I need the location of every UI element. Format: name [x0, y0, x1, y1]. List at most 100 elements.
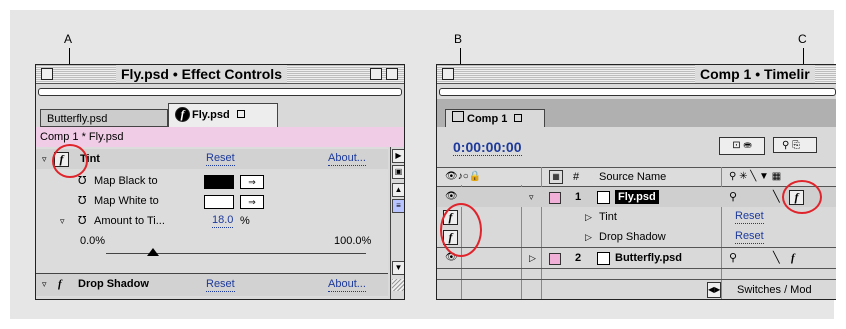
play-arrow-icon[interactable]: ▶: [392, 149, 404, 163]
panel-menu-icon[interactable]: ▣: [392, 165, 404, 179]
expand-triangle-icon[interactable]: ▿: [42, 149, 47, 169]
slider-thumb[interactable]: [146, 248, 159, 256]
highlight-circle-b: [440, 203, 482, 257]
drop-shadow-row: ▿ f Drop Shadow Reset About...: [36, 273, 388, 296]
effect-name: Tint: [599, 211, 617, 223]
effect-name: Drop Shadow: [599, 231, 666, 243]
effect-reset-link[interactable]: Reset: [735, 210, 764, 224]
tab-menu-icon[interactable]: [514, 114, 523, 122]
map-white-row: ℧ Map White to ⇒: [36, 191, 388, 211]
scroll-thumb[interactable]: ≡: [392, 199, 404, 213]
collapse-box-icon[interactable]: [386, 68, 398, 80]
tab-comp1-label: Comp 1: [467, 113, 508, 125]
expand-triangle-icon[interactable]: ▿: [42, 274, 47, 294]
quality-switch-icon[interactable]: ╲: [773, 187, 780, 207]
num-header: #: [573, 171, 580, 183]
timeline-titlebar[interactable]: Comp 1 • Timelir: [437, 65, 836, 84]
switches-modes-toggle[interactable]: Switches / Mod: [737, 280, 812, 299]
black-swatch[interactable]: [204, 175, 234, 189]
layer-name[interactable]: Butterfly.psd: [615, 248, 682, 268]
effects-list: ▿ f Tint Reset About... ℧ Map Black to ⇒…: [36, 147, 388, 297]
av-features-icons: 👁♪○🔒: [445, 171, 482, 182]
amount-unit: %: [240, 215, 250, 227]
comp-icon: [452, 111, 464, 122]
expand-triangle-icon[interactable]: ▷: [529, 248, 536, 268]
map-black-row: ℧ Map Black to ⇒: [36, 171, 388, 191]
tab-comp1[interactable]: Comp 1: [445, 109, 545, 127]
drop-shadow-about-link[interactable]: About...: [328, 278, 366, 292]
eyedropper-icon[interactable]: ⇒: [240, 175, 264, 189]
vertical-scrollbar[interactable]: ▶ ▣ ▲ ≡ ▼: [390, 147, 404, 299]
tab-menu-icon[interactable]: [236, 110, 245, 118]
timeline-title: Comp 1 • Timelir: [695, 65, 815, 83]
slider-max-label: 100.0%: [334, 235, 372, 247]
tab-butterfly[interactable]: Butterfly.psd: [40, 109, 168, 127]
scroll-up-icon[interactable]: ▲: [392, 183, 404, 197]
effect-controls-window: Fly.psd • Effect Controls Butterfly.psd …: [35, 64, 405, 300]
tab-fly-label: Fly.psd: [192, 109, 230, 121]
expand-triangle-icon[interactable]: ▷: [585, 227, 592, 247]
shy-toggle-icon[interactable]: ⚲ ⎘: [773, 137, 817, 153]
tint-about-link[interactable]: About...: [328, 152, 366, 166]
effect-row-tint: f ▷ Tint Reset: [437, 207, 836, 227]
close-box-icon[interactable]: [41, 68, 53, 80]
timecode[interactable]: 0:00:00:00: [453, 139, 522, 156]
timecode-area: 0:00:00:00 ⊡ ⛂ ⚲ ⎘: [437, 127, 836, 167]
amount-value[interactable]: 18.0: [212, 214, 234, 228]
close-box-icon[interactable]: [442, 68, 454, 80]
highlight-circle-c: [782, 180, 822, 214]
quality-icon[interactable]: ⚲: [729, 248, 737, 268]
drop-shadow-name: Drop Shadow: [78, 278, 149, 290]
slider-min-label: 0.0%: [80, 235, 106, 247]
resize-grip-icon[interactable]: [392, 279, 404, 291]
tint-effect-row: ▿ f Tint Reset About...: [36, 149, 388, 169]
stopwatch-icon[interactable]: ℧: [78, 211, 86, 231]
quality-switch-icon[interactable]: ╲: [773, 248, 780, 268]
slider-track[interactable]: [106, 253, 366, 254]
white-swatch[interactable]: [204, 195, 234, 209]
timeline-window: Comp 1 • Timelir Comp 1 0:00:00:00 ⊡ ⛂ ⚲…: [436, 64, 836, 300]
callout-b: B: [454, 32, 463, 46]
callout-c: C: [798, 32, 807, 46]
column-headers: 👁♪○🔒 ▦ # Source Name ⚲ ✳ ╲ ▼ ▦: [437, 167, 836, 187]
effect-row-drop-shadow: f ▷ Drop Shadow Reset: [437, 227, 836, 247]
fx-switch-icon[interactable]: f: [58, 274, 62, 294]
fx-switch-icon[interactable]: f: [791, 248, 795, 268]
layer-thumb-icon: [597, 191, 610, 204]
switches-header-icons: ⚲ ✳ ╲ ▼ ▦: [729, 171, 782, 182]
layer-label-color[interactable]: [549, 192, 561, 204]
layer-row[interactable]: 👁 ▿ 1 Fly.psd ⚲ ╲ f: [437, 187, 836, 207]
expand-triangle-icon[interactable]: ▿: [529, 187, 534, 207]
tint-reset-link[interactable]: Reset: [206, 152, 235, 166]
callout-a: A: [64, 32, 73, 46]
label-icon[interactable]: ▦: [549, 170, 563, 184]
breadcrumb: Comp 1 * Fly.psd: [36, 127, 404, 147]
expand-arrows-icon[interactable]: ◀▶: [707, 282, 721, 298]
switches-toggle-icon[interactable]: ⊡ ⛂: [719, 137, 765, 155]
zoom-box-icon[interactable]: [370, 68, 382, 80]
timeline-footer: ◀▶ Switches / Mod: [437, 279, 836, 299]
eyedropper-icon[interactable]: ⇒: [240, 195, 264, 209]
slider-labels: 0.0% 100.0%: [36, 231, 388, 251]
amount-label: Amount to Ti...: [94, 215, 165, 227]
layer-label-color[interactable]: [549, 253, 561, 265]
stopwatch-icon[interactable]: ℧: [78, 191, 86, 211]
expand-triangle-icon[interactable]: ▷: [585, 207, 592, 227]
highlight-circle-a: [52, 144, 88, 178]
tab-fly[interactable]: f Fly.psd: [168, 103, 278, 127]
drop-shadow-reset-link[interactable]: Reset: [206, 278, 235, 292]
horizontal-scrollbar[interactable]: [38, 88, 402, 96]
horizontal-scrollbar[interactable]: [439, 88, 836, 96]
layer-row[interactable]: 👁 ▷ 2 Butterfly.psd ⚲ ╲ f: [437, 247, 836, 269]
effect-reset-link[interactable]: Reset: [735, 230, 764, 244]
amount-row: ▿ ℧ Amount to Ti... 18.0 %: [36, 211, 388, 231]
layer-name[interactable]: Fly.psd: [615, 190, 659, 204]
quality-icon[interactable]: ⚲: [729, 187, 737, 207]
expand-triangle-icon[interactable]: ▿: [60, 211, 65, 231]
map-white-label: Map White to: [94, 195, 159, 207]
map-black-label: Map Black to: [94, 175, 158, 187]
effect-controls-titlebar[interactable]: Fly.psd • Effect Controls: [36, 65, 404, 84]
layer-number: 2: [575, 252, 582, 264]
effect-icon: f: [175, 107, 190, 122]
scroll-down-icon[interactable]: ▼: [392, 261, 404, 275]
